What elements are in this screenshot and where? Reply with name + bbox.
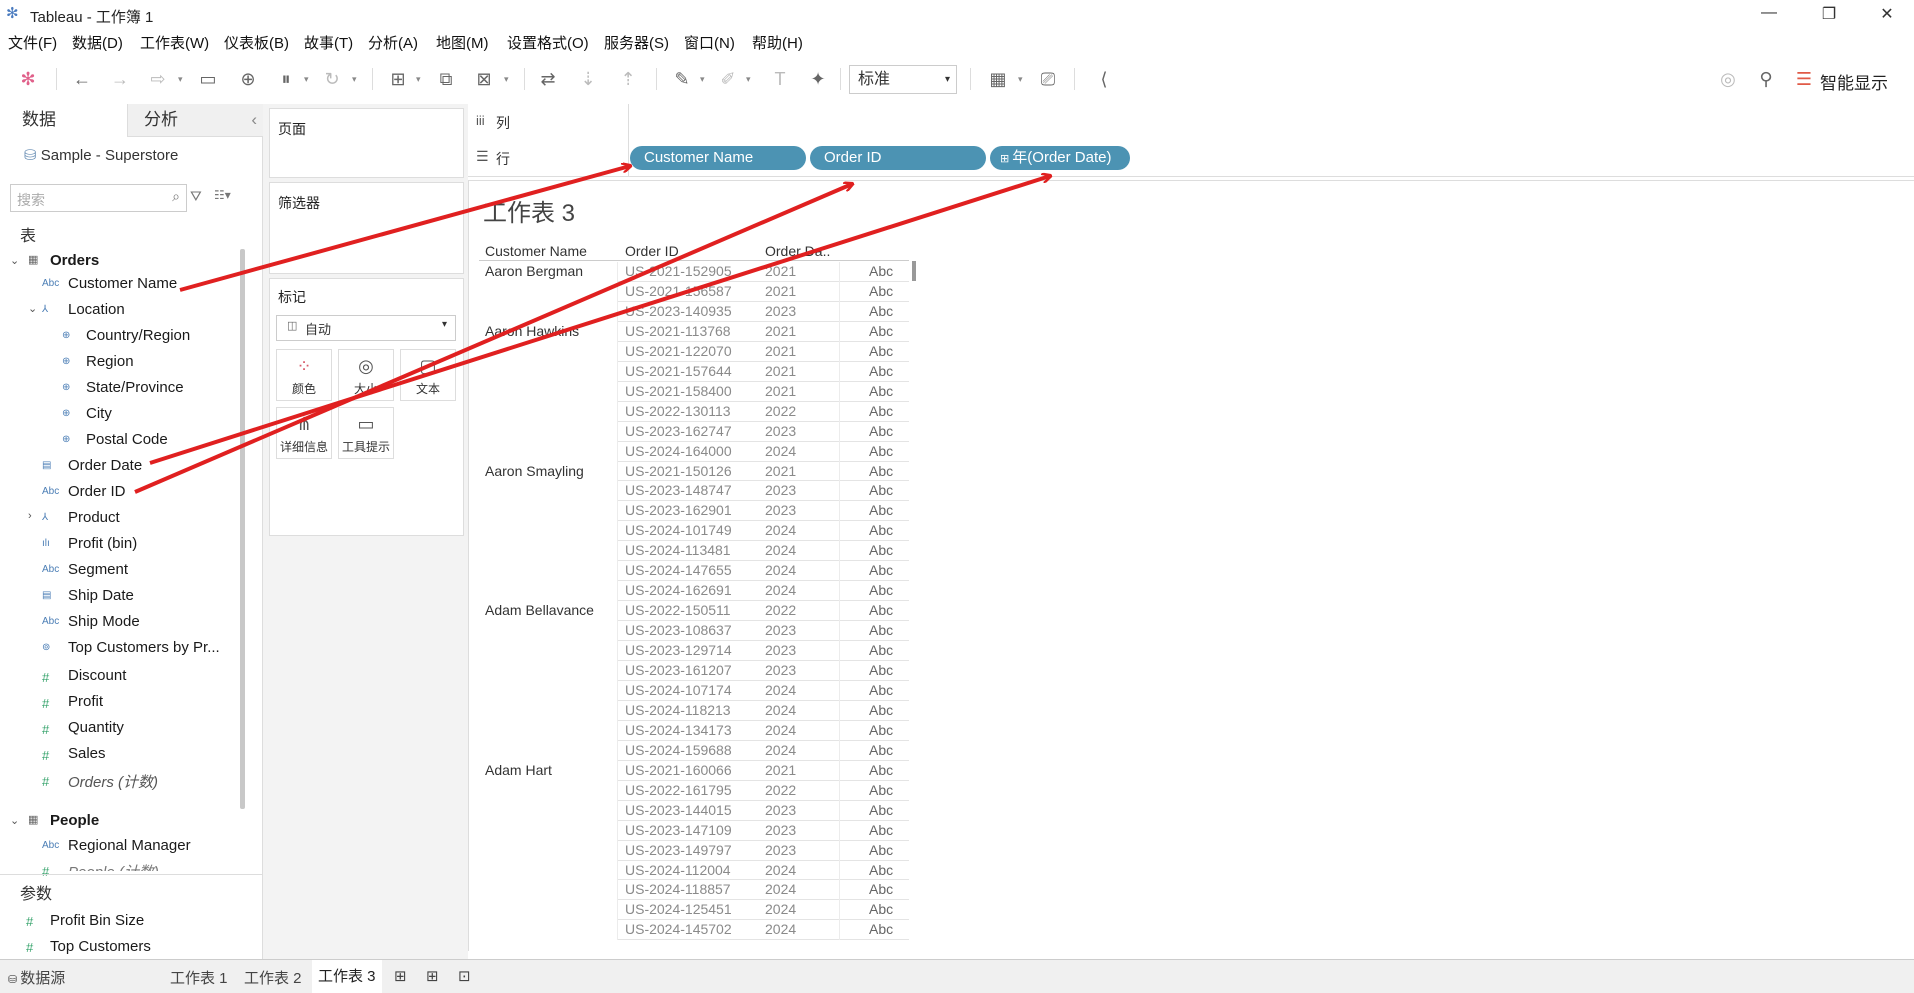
annotation-arrow: [179, 166, 630, 292]
annotation-arrow: [134, 184, 852, 494]
tab-sheet-2[interactable]: 工作表 2: [244, 967, 302, 988]
tab-sheet-1[interactable]: 工作表 1: [170, 967, 228, 988]
datasource-tab[interactable]: ⛁ 数据源: [8, 967, 65, 988]
annotation-arrow: [149, 176, 1050, 465]
annotation-overlay: [134, 0, 1914, 494]
new-worksheet-icon[interactable]: ⊞: [394, 967, 407, 985]
sheet-tab-bar: ⛁ 数据源 工作表 1 工作表 2 工作表 3 ⊞ ⊞ ⊡: [0, 959, 1914, 993]
new-story-icon[interactable]: ⊡: [458, 967, 471, 985]
new-dashboard-icon[interactable]: ⊞: [426, 967, 439, 985]
tab-sheet-3[interactable]: 工作表 3: [312, 960, 382, 993]
database-icon: ⛁: [8, 974, 21, 986]
